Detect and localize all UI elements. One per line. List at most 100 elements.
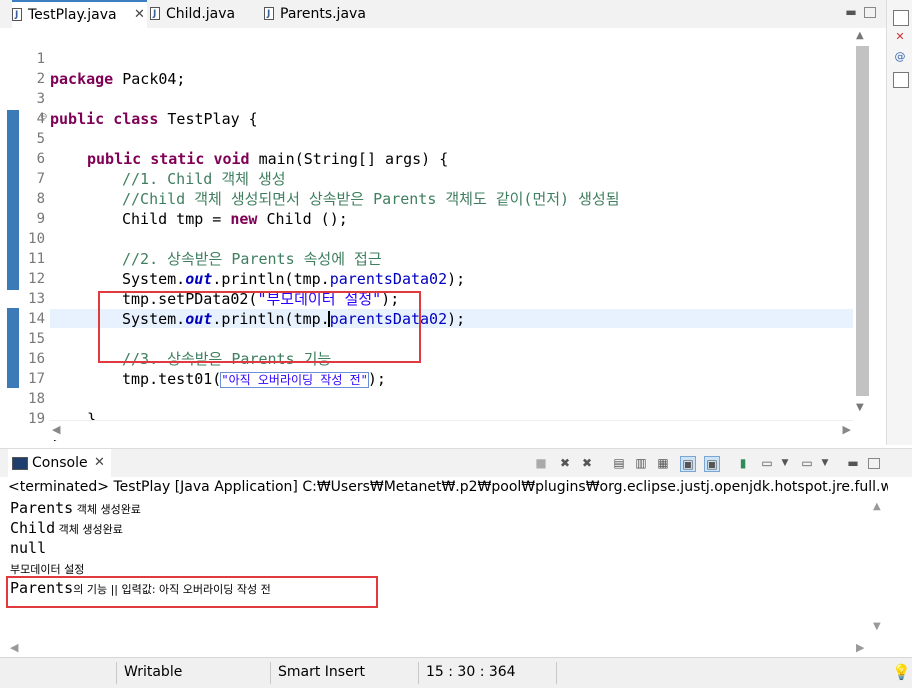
keyword: static xyxy=(150,150,205,168)
maximize-icon[interactable] xyxy=(868,458,880,469)
show-on-stderr-icon[interactable]: ▣ xyxy=(704,456,720,472)
code-text: .println(tmp. xyxy=(212,270,330,288)
javadoc-view-icon[interactable]: @ xyxy=(893,50,907,64)
output-text: null xyxy=(10,539,47,557)
code-line: 7 //Child 객체 생성되면서 상속받은 Parents 객체도 같이(먼… xyxy=(7,149,620,208)
scroll-down-icon[interactable]: ▼ xyxy=(856,402,864,413)
scroll-up-icon[interactable]: ▲ xyxy=(873,501,881,512)
remove-launch-icon[interactable]: ✖ xyxy=(558,456,572,470)
minimize-icon[interactable]: ▬ xyxy=(844,5,858,19)
code-line: 1 package Pack04; xyxy=(7,29,186,88)
cursor-position-status: 15 : 30 : 364 xyxy=(426,664,516,680)
tab-child-java[interactable]: J Child.java xyxy=(150,0,250,28)
code-line: 12 tmp.setPData02("부모데이터 설정"); xyxy=(7,249,399,308)
console-output-line: Parents 객체 생성완료 xyxy=(10,498,141,518)
code-text: TestPlay { xyxy=(158,110,258,128)
code-line: 3 public class TestPlay { xyxy=(7,69,258,128)
keyword: package xyxy=(50,70,114,88)
console-icon xyxy=(12,457,28,470)
code-line: 18 } xyxy=(7,369,96,428)
scroll-right-icon[interactable]: ▶ xyxy=(856,641,864,654)
maximize-icon[interactable] xyxy=(864,7,876,18)
code-comment: //2. 상속받은 Parents 속성에 접근 xyxy=(122,250,382,268)
code-line: 5 public static void main(String[] args)… xyxy=(7,109,449,168)
problems-view-icon[interactable]: ✕ xyxy=(893,30,907,44)
code-line: 20 xyxy=(7,409,43,420)
console-vertical-scrollbar[interactable]: ▲ ▼ xyxy=(870,497,888,647)
console-output[interactable]: Parents 객체 생성완료 Child 객체 생성완료 null 부모데이터… xyxy=(6,497,880,647)
writable-status: Writable xyxy=(124,664,183,680)
scroll-left-icon[interactable]: ◀ xyxy=(10,641,18,654)
status-separator xyxy=(116,662,117,684)
code-line: 4 xyxy=(7,89,45,127)
insert-mode-status[interactable]: Smart Insert xyxy=(278,658,365,688)
keyword: void xyxy=(213,150,250,168)
code-line: 9 xyxy=(7,189,45,227)
scroll-right-icon[interactable]: ▶ xyxy=(843,423,851,436)
clear-console-icon[interactable]: ▤ xyxy=(612,456,626,470)
close-tab-icon[interactable]: ✕ xyxy=(94,449,105,477)
scroll-down-icon[interactable]: ▼ xyxy=(873,621,881,632)
scroll-up-icon[interactable]: ▲ xyxy=(856,30,864,41)
code-text: Pack04; xyxy=(113,70,186,88)
code-line: 2 xyxy=(7,49,45,87)
scrollbar-thumb[interactable] xyxy=(856,46,869,396)
outline-view-icon[interactable] xyxy=(893,10,909,26)
console-output-line: Child 객체 생성완료 xyxy=(10,518,123,538)
status-bar: Writable Smart Insert 15 : 30 : 364 💡 xyxy=(0,657,912,688)
output-text: Child xyxy=(10,519,56,537)
code-line: 19 } xyxy=(7,389,59,441)
java-file-icon: J xyxy=(264,7,274,20)
static-field: out xyxy=(185,270,213,288)
output-text: Parents xyxy=(10,499,74,517)
close-tab-icon[interactable]: ✕ xyxy=(134,2,145,28)
status-separator xyxy=(556,662,557,684)
status-separator xyxy=(270,662,271,684)
chevron-down-icon[interactable]: ▼ xyxy=(818,456,832,470)
open-console-icon[interactable]: ▭ xyxy=(800,456,814,470)
tab-parents-java[interactable]: J Parents.java xyxy=(264,0,374,28)
console-output-line: 부모데이터 설정 xyxy=(10,558,84,578)
console-view-header: Console ✕ ■ ✖ ✖ ▤ ▥ ▦ ▣ ▣ ▮ ▭ ▼ ▭ ▼ ▬ xyxy=(0,448,912,477)
code-text: ); xyxy=(367,370,386,388)
code-text: tmp.test01( xyxy=(122,370,222,388)
java-file-icon: J xyxy=(150,7,160,20)
string-literal: "아직 오버라이딩 작성 전" xyxy=(220,372,369,388)
tab-label: Parents.java xyxy=(280,6,366,22)
console-launch-status: <terminated> TestPlay [Java Application]… xyxy=(8,479,888,495)
word-wrap-icon[interactable]: ▦ xyxy=(656,456,670,470)
code-line: 15 //3. 상속받은 Parents 기능 xyxy=(7,309,331,368)
lightbulb-icon[interactable]: 💡 xyxy=(892,658,911,688)
console-output-line: null xyxy=(10,538,46,558)
code-text: System. xyxy=(122,270,186,288)
code-line: 6 //1. Child 객체 생성 xyxy=(7,129,286,188)
code-text: ); xyxy=(447,270,466,288)
code-line: 11 System.out.println(tmp.parentsData02)… xyxy=(7,229,465,288)
keyword: public xyxy=(87,150,142,168)
keyword: public xyxy=(50,110,105,128)
output-text: 부모데이터 설정 xyxy=(10,563,85,576)
side-toolbar: ✕ @ xyxy=(886,0,912,445)
scroll-left-icon[interactable]: ◀ xyxy=(52,423,60,436)
show-on-stdout-icon[interactable]: ▣ xyxy=(680,456,696,472)
code-text: Child tmp = xyxy=(122,210,231,228)
pin-console-icon[interactable]: ▮ xyxy=(736,456,750,470)
tab-label: TestPlay.java xyxy=(28,7,117,23)
remove-all-terminated-icon[interactable]: ✖ xyxy=(580,456,594,470)
editor-vertical-scrollbar[interactable]: ▲ ▼ xyxy=(853,28,872,420)
declaration-view-icon[interactable] xyxy=(893,72,909,88)
code-line: 14 xyxy=(7,289,45,327)
code-editor[interactable]: ⊖ 1 package Pack04; 2 3 public class Tes… xyxy=(7,28,886,441)
output-text: 객체 생성완료 xyxy=(73,503,141,516)
scroll-lock-icon[interactable]: ▥ xyxy=(634,456,648,470)
display-selected-console-icon[interactable]: ▭ xyxy=(760,456,774,470)
console-tab[interactable]: Console ✕ xyxy=(8,449,111,477)
console-horizontal-scrollbar[interactable]: ◀ ▶ xyxy=(8,640,888,656)
code-text: ); xyxy=(447,310,466,328)
tab-label: Child.java xyxy=(166,6,236,22)
minimize-icon[interactable]: ▬ xyxy=(846,456,860,470)
chevron-down-icon[interactable]: ▼ xyxy=(778,456,792,470)
editor-horizontal-scrollbar[interactable]: ◀ ▶ xyxy=(50,420,853,440)
tab-testplay-java[interactable]: J TestPlay.java ✕ xyxy=(12,0,147,28)
terminate-icon[interactable]: ■ xyxy=(534,456,548,470)
